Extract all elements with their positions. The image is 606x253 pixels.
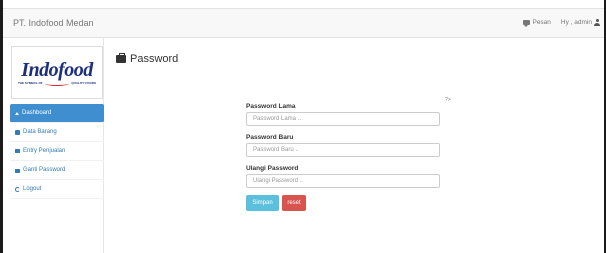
sidebar-item-label: Data Barang <box>23 129 57 135</box>
user-icon <box>594 19 600 26</box>
page-title: Password <box>116 53 178 65</box>
messages-link[interactable]: Pesan <box>523 19 551 27</box>
sidebar-item-data-barang[interactable]: Data Barang <box>10 123 104 142</box>
logo-tag-left: THE SYMBOL OF <box>18 81 43 85</box>
sidebar-item-label: Logout <box>23 186 42 192</box>
user-menu[interactable]: Hy , admin <box>561 19 600 26</box>
logo-tagline: THE SYMBOL OF QUALITY FOODS <box>18 81 96 86</box>
old-password-input[interactable]: Password Lama .. <box>246 112 440 126</box>
new-password-input[interactable]: Password Baru .. <box>246 143 440 157</box>
password-form: Password Lama Password Lama .. Password … <box>246 102 440 211</box>
home-icon <box>15 111 19 115</box>
user-greeting: Hy , admin <box>560 19 592 26</box>
form-buttons: Simpan reset <box>246 195 440 211</box>
brand-link[interactable]: PT. Indofood Medan <box>13 18 94 28</box>
logo-wordmark: Indofood <box>21 58 93 81</box>
logo-tag-right: QUALITY FOODS <box>71 81 96 85</box>
help-text: ?> <box>445 97 451 103</box>
repeat-password-input[interactable]: Ulangi Password .. <box>246 174 440 188</box>
sidebar-item-label: Entry Penjualan <box>23 148 66 154</box>
lock-icon <box>15 168 20 173</box>
navbar-right: Pesan Hy , admin <box>523 19 600 27</box>
old-password-label: Password Lama <box>246 103 296 110</box>
sidebar-item-label: Dashboard <box>22 110 52 116</box>
page-title-text: Password <box>130 53 179 65</box>
logout-icon <box>15 186 20 192</box>
messages-label: Pesan <box>532 19 551 26</box>
sidebar-item-label: Ganti Password <box>23 167 66 173</box>
reset-button[interactable]: reset <box>282 195 306 211</box>
logo-swoosh <box>44 81 70 86</box>
main-content: Password ?> Password Lama Password Lama … <box>104 38 604 253</box>
briefcase-icon <box>116 53 126 63</box>
sidebar-item-ganti-password[interactable]: Ganti Password <box>10 161 104 180</box>
new-password-label: Password Baru <box>246 134 294 141</box>
briefcase-icon <box>15 149 20 153</box>
sidebar-item-logout[interactable]: Logout <box>10 180 104 199</box>
indofood-logo: Indofood THE SYMBOL OF QUALITY FOODS <box>11 46 103 99</box>
sidebar-menu: Dashboard Data Barang Entry Penjualan Ga… <box>10 104 104 199</box>
database-icon <box>15 129 20 135</box>
top-navbar: PT. Indofood Medan Pesan Hy , admin <box>3 8 604 38</box>
sidebar: Indofood THE SYMBOL OF QUALITY FOODS Das… <box>3 38 104 253</box>
sidebar-item-dashboard[interactable]: Dashboard <box>10 104 104 123</box>
repeat-password-label: Ulangi Password <box>246 165 299 172</box>
sidebar-item-entry-penjualan[interactable]: Entry Penjualan <box>10 142 104 161</box>
save-button[interactable]: Simpan <box>246 195 279 211</box>
comment-icon <box>523 20 531 27</box>
